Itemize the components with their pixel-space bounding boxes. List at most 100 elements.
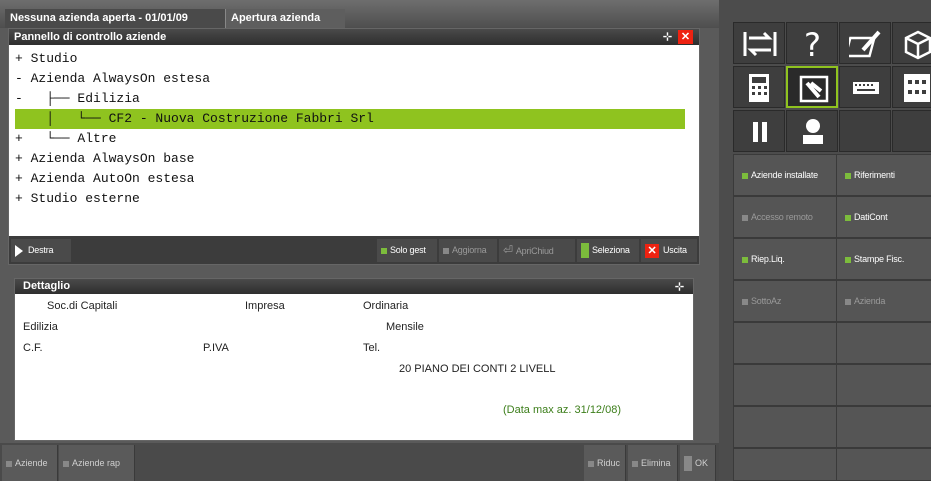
riferimenti-label: Riferimenti: [854, 170, 895, 180]
tab-apertura-azienda[interactable]: Apertura azienda: [225, 9, 345, 28]
aziende-label: Aziende: [15, 458, 48, 468]
status-square-icon: [845, 256, 851, 263]
tel-label: Tel.: [363, 342, 381, 354]
tree-item-studio-esterne[interactable]: + Studio esterne: [15, 189, 140, 209]
aziende-button[interactable]: Aziende: [2, 445, 58, 481]
status-square-icon: [6, 460, 12, 467]
aggiorna-label: Aggiorna: [452, 245, 487, 255]
uscita-button[interactable]: ✕ Uscita: [641, 239, 697, 262]
status-square-icon: [632, 460, 638, 467]
seleziona-button[interactable]: Seleziona: [577, 239, 639, 262]
edit-icon[interactable]: [839, 22, 891, 64]
seleziona-label: Seleziona: [592, 245, 630, 255]
status-square-icon: [742, 214, 748, 221]
empty-button: [733, 322, 837, 364]
riferimenti-button[interactable]: Riferimenti: [836, 154, 931, 196]
riduc-label: Riduc: [597, 458, 621, 468]
play-icon: [15, 244, 23, 257]
control-panel: Pannello di controllo aziende ⊹ ✕ + Stud…: [8, 28, 700, 265]
hand-icon[interactable]: [786, 66, 838, 108]
status-square-icon: [742, 172, 748, 179]
panel-title: Pannello di controllo aziende: [14, 31, 167, 43]
status-square-icon: [742, 256, 748, 263]
status-square-icon: [381, 247, 387, 254]
detail-title: Dettaglio: [23, 280, 71, 292]
apri-chiud-label: ApriChiud: [515, 246, 554, 256]
empty-button: [733, 364, 837, 406]
accesso-remoto-label: Accesso remoto: [751, 212, 813, 222]
azienda-button[interactable]: Azienda: [836, 280, 931, 322]
data-max-value: (Data max az. 31/12/08): [503, 404, 622, 416]
tree-item-studio[interactable]: + Studio: [15, 49, 77, 69]
solo-gest-label: Solo gest: [390, 245, 426, 255]
tree-item-autoon-estesa[interactable]: + Azienda AutoOn estesa: [15, 169, 194, 189]
impresa-label: Impresa: [245, 300, 285, 312]
tree-item-altre[interactable]: + └── Altre: [15, 129, 116, 149]
aziende-installate-label: Aziende installate: [751, 170, 818, 180]
arrows-icon[interactable]: [733, 22, 785, 64]
status-square-icon: [443, 247, 449, 254]
piano-conti-value: 20 PIANO DEI CONTI 2 LIVELL: [399, 363, 556, 375]
empty-button: [836, 448, 931, 481]
riep-liq-button[interactable]: Riep.Liq.: [733, 238, 837, 280]
stampe-fisc-button[interactable]: Stampe Fisc.: [836, 238, 931, 280]
grid-icon[interactable]: [892, 66, 931, 108]
solo-gest-button[interactable]: Solo gest: [377, 239, 437, 262]
status-square-icon: [588, 460, 594, 467]
tree-item-cf2-selected[interactable]: │ └── CF2 - Nuova Costruzione Fabbri Srl: [15, 109, 685, 129]
sottoaz-button[interactable]: SottoAz: [733, 280, 837, 322]
status-square-icon: [845, 214, 851, 221]
tab-company-status[interactable]: Nessuna azienda aperta - 01/01/09: [5, 9, 225, 28]
aggiorna-button[interactable]: Aggiorna: [439, 239, 497, 262]
panel-toolbar: Destra Solo gest Aggiorna ⏎ ApriChiud Sel…: [9, 236, 699, 264]
periodicita-value: Mensile: [386, 321, 424, 333]
empty-button: [836, 322, 931, 364]
cube-icon[interactable]: [892, 22, 931, 64]
stampe-fisc-label: Stampe Fisc.: [854, 254, 905, 264]
calculator-icon[interactable]: [733, 66, 785, 108]
return-icon: ⏎: [503, 243, 513, 257]
tree-item-alwayson-estesa[interactable]: - Azienda AlwaysOn estesa: [15, 69, 210, 89]
bottom-bar: Aziende Aziende rap Riduc Elimina OK: [0, 443, 719, 481]
help-icon[interactable]: ?: [786, 22, 838, 64]
riep-liq-label: Riep.Liq.: [751, 254, 785, 264]
empty-button: [733, 406, 837, 448]
tree-item-edilizia[interactable]: - ├── Edilizia: [15, 89, 140, 109]
keyboard-icon[interactable]: [839, 66, 891, 108]
aziende-installate-button[interactable]: Aziende installate: [733, 154, 837, 196]
uscita-label: Uscita: [663, 245, 687, 255]
expand-icon[interactable]: ⊹: [660, 30, 675, 44]
status-square-icon: [742, 298, 748, 305]
status-square-icon: [845, 298, 851, 305]
empty-button: [836, 406, 931, 448]
ok-button[interactable]: OK: [680, 445, 716, 481]
panel-header: Pannello di controllo aziende ⊹ ✕: [9, 29, 699, 45]
attivita-value: Edilizia: [23, 321, 58, 333]
close-icon: ✕: [645, 243, 659, 258]
detail-header: Dettaglio ⊹: [15, 279, 693, 294]
elimina-button[interactable]: Elimina: [628, 445, 678, 481]
status-square-icon: [684, 456, 692, 472]
status-square-icon: [581, 243, 589, 259]
empty-button: [733, 448, 837, 481]
soc-type: Soc.di Capitali: [47, 300, 118, 312]
daticont-button[interactable]: DatiCont: [836, 196, 931, 238]
user-icon[interactable]: [786, 110, 838, 152]
aziende-rap-button[interactable]: Aziende rap: [59, 445, 135, 481]
status-square-icon: [845, 172, 851, 179]
riduc-button[interactable]: Riduc: [584, 445, 626, 481]
piva-label: P.IVA: [203, 342, 229, 354]
tree-item-alwayson-base[interactable]: + Azienda AlwaysOn base: [15, 149, 194, 169]
right-panel: ? Aziende installate Riferimenti Accesso…: [719, 0, 931, 481]
azienda-label: Azienda: [854, 296, 886, 306]
aziende-rap-label: Aziende rap: [72, 458, 121, 468]
accesso-remoto-button[interactable]: Accesso remoto: [733, 196, 837, 238]
empty-cell: [839, 110, 891, 152]
apri-chiud-button[interactable]: ⏎ ApriChiud: [499, 239, 575, 262]
pause-icon[interactable]: [733, 110, 785, 152]
close-icon[interactable]: ✕: [678, 30, 693, 44]
expand-icon[interactable]: ⊹: [672, 280, 687, 294]
destra-button[interactable]: Destra: [11, 239, 71, 262]
elimina-label: Elimina: [641, 458, 671, 468]
destra-label: Destra: [28, 245, 54, 255]
